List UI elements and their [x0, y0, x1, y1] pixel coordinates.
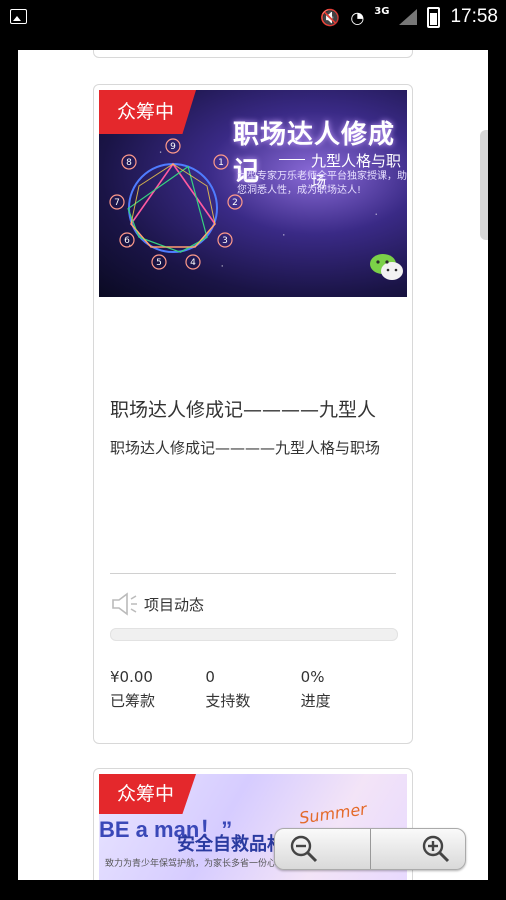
svg-text:3: 3: [222, 236, 228, 246]
network-type: 3G: [374, 5, 390, 17]
previous-card[interactable]: [93, 50, 413, 58]
svg-text:7: 7: [114, 198, 120, 208]
enneagram-graphic: 9 1 2 3 4 5 6 7 8: [109, 138, 243, 270]
wechat-icon: [370, 254, 403, 280]
svg-text:9: 9: [170, 142, 176, 152]
project-card[interactable]: 912 345 678 众筹中 职场达人修成记 九型人格与职场 九型专家万乐老师…: [93, 84, 413, 744]
funding-progress-bar: [110, 628, 398, 641]
banner-description: 九型专家万乐老师全平台独家授课，助您洞悉人性，成为职场达人!: [237, 171, 407, 196]
stat-raised: ¥0.00 已筹款: [110, 667, 205, 711]
svg-text:6: 6: [124, 236, 130, 246]
banner-summer-text: Summer: [298, 799, 368, 828]
wifi-icon: ◔: [350, 7, 365, 27]
speaker-icon: [112, 592, 137, 616]
project-title[interactable]: 职场达人修成记————九型人: [110, 395, 376, 422]
stat-value: 0: [205, 668, 215, 686]
image-notification-icon: [10, 9, 27, 24]
project-news-link[interactable]: 项目动态: [110, 589, 204, 619]
stat-label: 支持数: [205, 692, 251, 710]
mute-icon: 🔇: [320, 7, 341, 27]
banner-description: 致力为青少年保驾护航，为家长多省一份心！: [105, 859, 286, 869]
crowdfunding-badge: 众筹中: [99, 90, 197, 134]
project-banner[interactable]: 912 345 678 众筹中 职场达人修成记 九型人格与职场 九型专家万乐老师…: [99, 90, 407, 297]
project-description: 职场达人修成记————九型人格与职场: [110, 439, 381, 457]
svg-text:1: 1: [218, 158, 224, 168]
webview[interactable]: 912 345 678 众筹中 职场达人修成记 九型人格与职场 九型专家万乐老师…: [18, 50, 488, 880]
svg-text:4: 4: [190, 258, 196, 268]
divider: [110, 573, 396, 574]
zoom-out-icon: [290, 835, 318, 863]
crowdfunding-badge: 众筹中: [99, 774, 197, 814]
stat-value: ¥0.00: [110, 668, 153, 686]
battery-icon: [427, 6, 441, 28]
signal-icon: [399, 9, 418, 25]
zoom-in-button[interactable]: [369, 829, 466, 869]
stat-value: 0%: [300, 668, 325, 686]
edge-panel-handle[interactable]: [480, 130, 488, 240]
stat-label: 已筹款: [110, 692, 156, 710]
zoom-out-button[interactable]: [275, 829, 370, 869]
svg-text:8: 8: [126, 158, 132, 168]
clock: 17:58: [450, 6, 498, 27]
banner-title: 安全自救品格: [177, 834, 285, 855]
project-news-label: 项目动态: [144, 595, 205, 614]
stat-label: 进度: [300, 692, 331, 710]
svg-text:2: 2: [232, 198, 238, 208]
status-bar: 🔇 ◔ 3G 17:58: [0, 0, 506, 34]
stat-supporters: 0 支持数: [205, 667, 300, 711]
status-icons: 🔇 ◔ 3G 17:58: [320, 4, 498, 30]
zoom-controls: [274, 828, 466, 870]
stat-progress: 0% 进度: [301, 667, 396, 711]
svg-text:5: 5: [156, 258, 162, 268]
funding-stats: ¥0.00 已筹款 0 支持数 0% 进度: [110, 667, 396, 711]
zoom-in-icon: [422, 835, 450, 863]
